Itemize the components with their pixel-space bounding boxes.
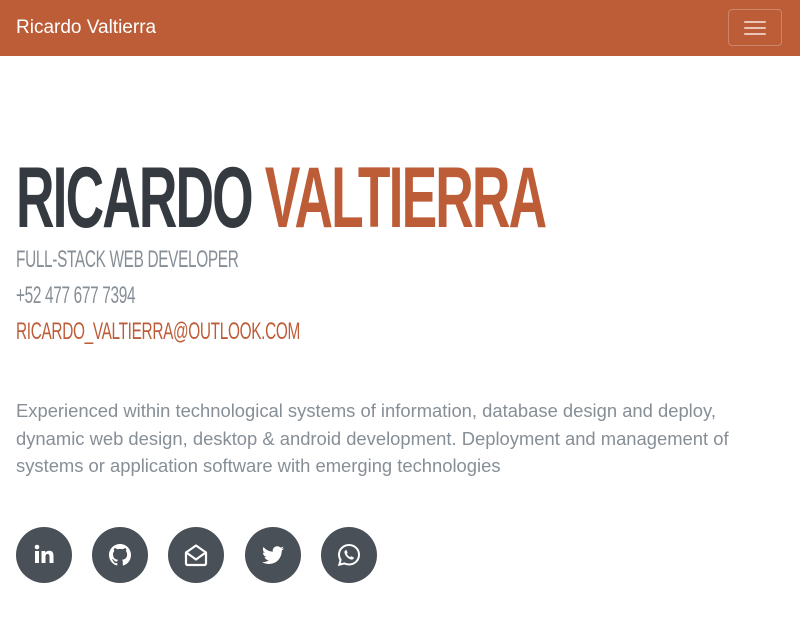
whatsapp-button[interactable] — [321, 527, 377, 583]
page-title: RICARDO VALTIERRA — [16, 150, 547, 246]
description-text: Experienced within technological systems… — [16, 400, 729, 476]
twitter-button[interactable] — [245, 527, 301, 583]
phone-number: +52 477 677 7394 — [16, 282, 136, 309]
linkedin-button[interactable] — [16, 527, 72, 583]
first-name: RICARDO — [16, 150, 254, 246]
navbar-toggle-button[interactable] — [728, 9, 782, 46]
hamburger-menu-icon — [744, 21, 766, 23]
twitter-icon — [262, 546, 284, 564]
top-navbar: Ricardo Valtierra — [0, 0, 800, 56]
whatsapp-icon — [337, 543, 361, 567]
last-name: VALTIERRA — [264, 150, 547, 246]
github-icon — [109, 544, 131, 566]
email-button[interactable] — [168, 527, 224, 583]
envelope-open-icon — [184, 544, 208, 567]
linkedin-icon — [34, 544, 54, 563]
email-link[interactable]: RICARDO_VALTIERRA@OUTLOOK.COM — [16, 318, 300, 346]
brand-link[interactable]: Ricardo Valtierra — [16, 16, 156, 40]
role-subheading: FULL-STACK WEB DEVELOPER — [16, 246, 239, 273]
hamburger-menu-icon-line — [744, 33, 766, 35]
github-button[interactable] — [92, 527, 148, 583]
hamburger-menu-icon-line — [744, 27, 766, 29]
